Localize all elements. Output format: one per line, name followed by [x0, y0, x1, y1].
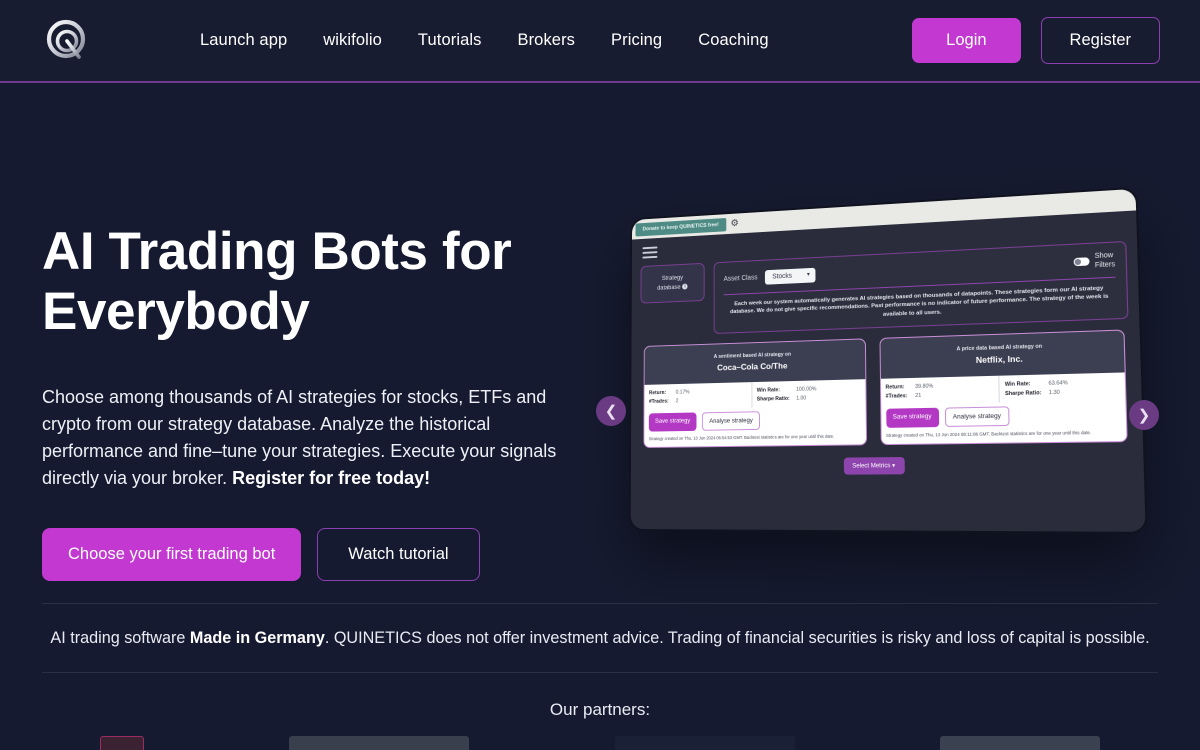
app-screenshot-device: Donate to keep QUINETICS free! ⚙ Strateg… [628, 186, 1148, 535]
stat-key: Win Rate: [1004, 380, 1031, 388]
strategy-card[interactable]: A sentiment based AI strategy on Coca–Co… [643, 338, 867, 449]
stat-key: Sharpe Ratio: [1004, 389, 1042, 397]
app-filter-row: Strategy databasei Asset Class Stocks ▾ [640, 240, 1129, 337]
strategy-notice-text: Each week our system automatically gener… [730, 285, 1109, 318]
register-button[interactable]: Register [1040, 17, 1160, 64]
asset-class-select[interactable]: Stocks ▾ [764, 267, 816, 285]
nav-item-brokers[interactable]: Brokers [517, 31, 575, 50]
page-title: AI Trading Bots for Everybody [42, 222, 512, 341]
nav-item-tutorials[interactable]: Tutorials [418, 31, 482, 50]
hero-cta-group: Choose your first trading bot Watch tuto… [42, 528, 602, 581]
strategy-card-footnote: Strategy created on Thu, 13 Jun 2024 08:… [886, 430, 1092, 439]
carousel-prev-icon[interactable]: ❮ [596, 396, 626, 426]
stat-value: 1.00 [796, 395, 807, 402]
strategy-card-actions: Save strategy Analyse strategy [644, 405, 865, 434]
nav-item-pricing[interactable]: Pricing [611, 31, 662, 50]
stat-key: Win Rate: [756, 386, 780, 394]
stat-key: Sharpe Ratio: [756, 395, 790, 403]
partner-logo-1[interactable] [100, 736, 144, 750]
stat-row: #Trades: 21 [886, 389, 994, 401]
info-icon[interactable]: i [682, 283, 688, 290]
watch-tutorial-button[interactable]: Watch tutorial [317, 528, 480, 581]
carousel-next-icon[interactable]: ❯ [1129, 400, 1159, 430]
hero-section: AI Trading Bots for Everybody Choose amo… [0, 83, 1200, 603]
stat-row: #Trades: 2 [649, 395, 747, 406]
save-strategy-button[interactable]: Save strategy [648, 412, 697, 432]
strategy-card-footnote: Strategy created on Thu, 13 Jun 2024 06:… [648, 433, 835, 442]
stat-key: Return: [885, 383, 905, 391]
stat-row: Sharpe Ratio: 1.00 [757, 392, 860, 403]
nav-item-launch-app[interactable]: Launch app [200, 31, 287, 50]
stat-row: Sharpe Ratio: 1.30 [1005, 386, 1120, 398]
partners-title: Our partners: [549, 700, 651, 719]
show-filters-toggle[interactable]: Show Filters [1073, 251, 1115, 272]
partner-logo-row [42, 720, 1158, 750]
filters-panel: Asset Class Stocks ▾ Show Filters Each w… [713, 240, 1129, 335]
nav-item-coaching[interactable]: Coaching [698, 31, 769, 50]
save-strategy-button[interactable]: Save strategy [885, 407, 939, 429]
device-mockup-stage: ❮ ❯ Donate to keep QUINETICS free! ⚙ Str… [596, 186, 1159, 561]
nav-item-wikifolio[interactable]: wikifolio [323, 31, 382, 50]
stats-column-right: Win Rate: 100.00% Sharpe Ratio: 1.00 [752, 379, 865, 407]
strategy-card-stats: Return: 0.17% #Trades: 2 Win Rate: 100.00% … [644, 379, 865, 410]
chevron-down-icon: ▾ [806, 271, 810, 278]
stat-value: 39.80% [915, 383, 934, 390]
gear-icon[interactable]: ⚙ [731, 218, 739, 229]
legal-disclaimer: AI trading software Made in Germany. QUI… [45, 626, 1155, 650]
disclaimer-part-2: . QUINETICS does not offer investment ad… [324, 629, 1150, 647]
filters-panel-top: Asset Class Stocks ▾ Show Filters [724, 251, 1116, 288]
strategy-card-stats: Return: 39.80% #Trades: 21 Win Rate: 63.64%… [880, 373, 1126, 406]
stat-key: Return: [648, 389, 667, 396]
login-button[interactable]: Login [912, 18, 1021, 63]
header-actions: Login Register [912, 17, 1160, 64]
asset-class-label: Asset Class [723, 273, 758, 283]
stat-value: 21 [915, 392, 922, 399]
stat-value: 100.00% [796, 386, 817, 393]
strategy-card-actions: Save strategy Analyse strategy [881, 400, 1126, 431]
strategy-card-header: A price data based AI strategy on Netfli… [879, 330, 1125, 379]
disclaimer-emphasis: Made in Germany [189, 629, 325, 647]
stat-value: 63.64% [1048, 379, 1068, 387]
select-metrics-button[interactable]: Select Metrics ▾ [843, 457, 905, 475]
hero-copy: AI Trading Bots for Everybody Choose amo… [42, 83, 602, 603]
choose-trading-bot-button[interactable]: Choose your first trading bot [42, 528, 302, 581]
analyse-strategy-button[interactable]: Analyse strategy [701, 411, 761, 431]
main-nav: Launch app wikifolio Tutorials Brokers P… [200, 31, 769, 50]
hamburger-icon[interactable] [642, 246, 658, 259]
strategy-database-tab[interactable]: Strategy database i [640, 262, 705, 304]
toggle-switch-icon[interactable] [1073, 257, 1090, 267]
hero-subtitle-emphasis: Register for free today! [232, 468, 431, 488]
stat-value: 0.17% [675, 389, 690, 396]
stats-column-left: Return: 0.17% #Trades: 2 [644, 382, 753, 410]
strategy-database-label-2: database i [657, 283, 688, 294]
stat-value: 2 [675, 398, 679, 404]
stat-key: #Trades: [648, 398, 669, 405]
brand-logo[interactable] [42, 17, 90, 65]
stats-column-right: Win Rate: 63.64% Sharpe Ratio: 1.30 [1000, 373, 1126, 403]
asset-class-value: Stocks [772, 272, 792, 281]
hero-media: ❮ ❯ Donate to keep QUINETICS free! ⚙ Str… [596, 186, 1159, 603]
analyse-strategy-button[interactable]: Analyse strategy [944, 406, 1010, 428]
partner-logo-3[interactable] [614, 736, 795, 750]
stat-value: 1.30 [1048, 389, 1060, 396]
partner-logo-4[interactable] [939, 736, 1100, 750]
show-filters-label: Show Filters [1094, 251, 1116, 270]
partners-section: Our partners: [42, 672, 1158, 750]
strategy-card-header: A sentiment based AI strategy on Coca–Co… [644, 339, 865, 386]
strategy-card-list: A sentiment based AI strategy on Coca–Co… [640, 329, 1132, 449]
partner-logo-2[interactable] [289, 736, 470, 750]
stat-key: #Trades: [885, 392, 908, 400]
quinetics-q-logo-icon [46, 19, 86, 59]
disclaimer-section: AI trading software Made in Germany. QUI… [42, 603, 1158, 650]
app-viewport: Strategy databasei Asset Class Stocks ▾ [630, 210, 1147, 535]
site-header: Launch app wikifolio Tutorials Brokers P… [0, 0, 1200, 83]
strategy-card[interactable]: A price data based AI strategy on Netfli… [878, 329, 1128, 446]
hero-subtitle: Choose among thousands of AI strategies … [42, 384, 594, 492]
stats-column-left: Return: 39.80% #Trades: 21 [880, 375, 1001, 406]
disclaimer-part-1: AI trading software [50, 629, 190, 647]
donate-banner[interactable]: Donate to keep QUINETICS free! [635, 217, 727, 237]
